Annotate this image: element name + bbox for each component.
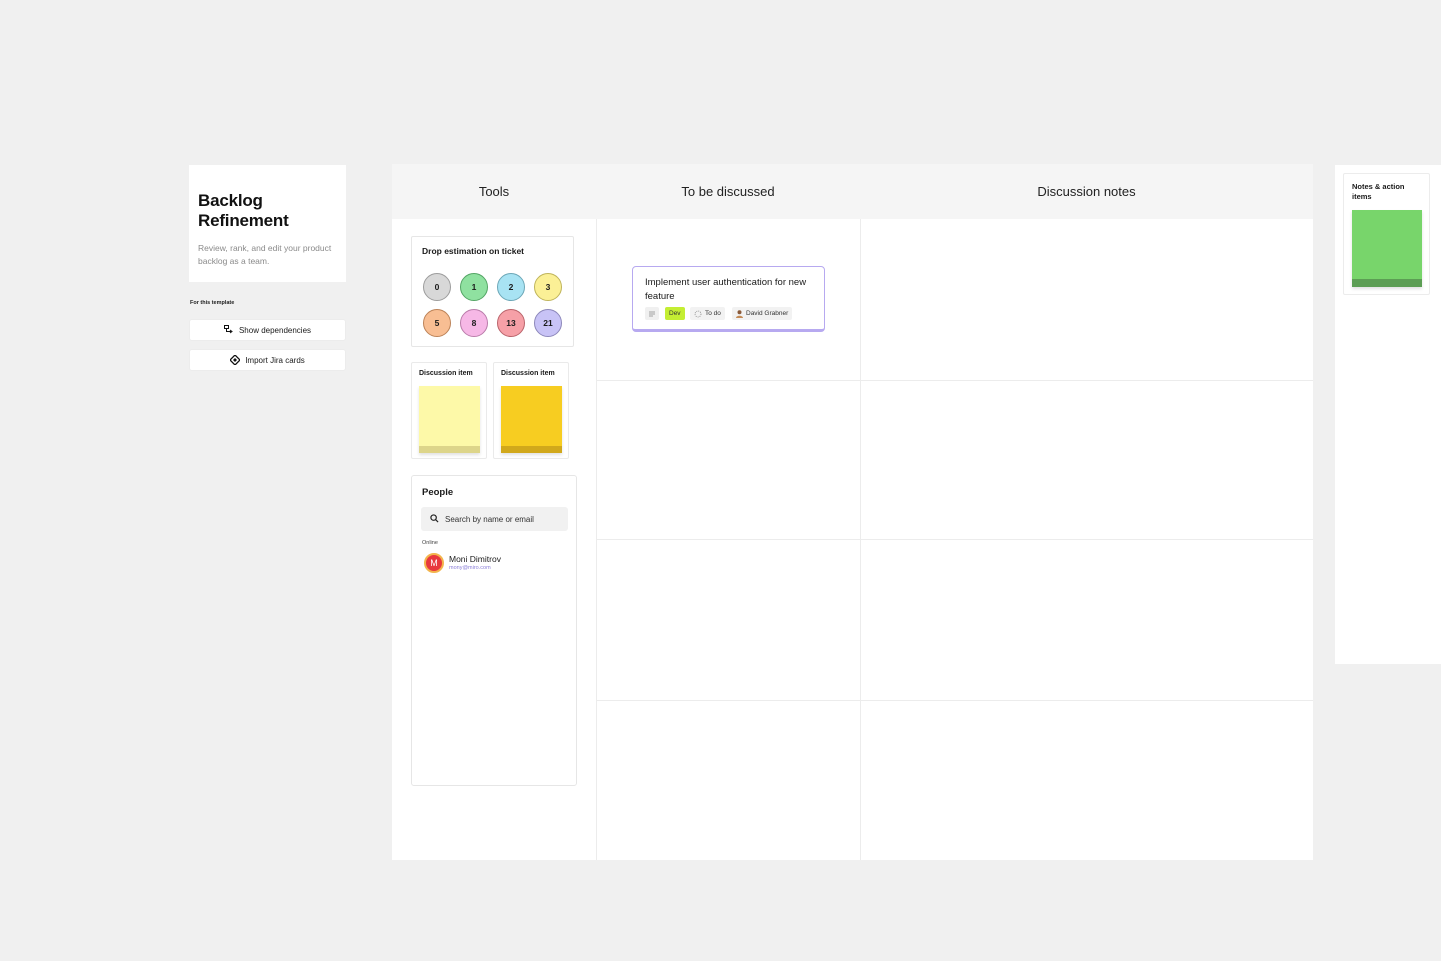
ticket-tag[interactable]: Dev bbox=[665, 307, 685, 320]
estimation-dot[interactable]: 2 bbox=[497, 273, 525, 301]
sticky-shadow bbox=[1352, 279, 1422, 287]
board-header: Tools To be discussed Discussion notes bbox=[392, 164, 1313, 219]
show-dependencies-button[interactable]: Show dependencies bbox=[189, 319, 346, 341]
column-title-tools: Tools bbox=[478, 184, 510, 199]
ticket-status-label: To do bbox=[705, 310, 721, 317]
status-icon bbox=[694, 310, 702, 317]
estimation-dot[interactable]: 8 bbox=[460, 309, 488, 337]
ticket-card[interactable]: Implement user authentication for new fe… bbox=[632, 266, 825, 332]
sticky-note[interactable] bbox=[501, 386, 562, 453]
notes-label: Notes & action items bbox=[1352, 182, 1405, 201]
template-description: Review, rank, and edit your product back… bbox=[198, 243, 332, 266]
estimation-card: Drop estimation on ticket 0 1 2 3 5 8 13… bbox=[411, 236, 574, 347]
notes-panel: Notes & action items bbox=[1335, 165, 1441, 664]
row-divider bbox=[596, 700, 1313, 701]
user-name: Moni Dimitrov bbox=[449, 554, 501, 564]
sticky-note[interactable] bbox=[1352, 210, 1422, 287]
estimation-dot[interactable]: 21 bbox=[534, 309, 562, 337]
sticky-note[interactable] bbox=[419, 386, 480, 453]
refinement-board: Tools To be discussed Discussion notes D… bbox=[392, 164, 1313, 860]
import-jira-label: Import Jira cards bbox=[245, 355, 305, 365]
row-divider bbox=[596, 539, 1313, 540]
user-email: mony@miro.com bbox=[449, 565, 491, 571]
column-title-to-be-discussed: To be discussed bbox=[681, 184, 775, 199]
people-panel: People Online M Moni Dimitrov mony@miro.… bbox=[411, 475, 577, 786]
estimation-dot[interactable]: 0 bbox=[423, 273, 451, 301]
avatar[interactable]: M bbox=[424, 553, 444, 573]
ticket-title: Implement user authentication for new fe… bbox=[645, 277, 807, 302]
search-input[interactable] bbox=[445, 514, 560, 524]
discussion-item-label: Discussion item bbox=[419, 370, 473, 377]
jira-icon bbox=[229, 354, 242, 366]
row-divider bbox=[596, 380, 1313, 381]
sticky-shadow bbox=[419, 446, 480, 453]
template-info-card: Backlog Refinement Review, rank, and edi… bbox=[189, 165, 346, 282]
estimation-dot[interactable]: 13 bbox=[497, 309, 525, 337]
ticket-assignee[interactable]: David Grabner bbox=[732, 307, 793, 320]
people-search bbox=[421, 507, 568, 531]
template-title: Backlog Refinement bbox=[198, 191, 289, 230]
estimation-dot[interactable]: 3 bbox=[534, 273, 562, 301]
ticket-status[interactable]: To do bbox=[690, 307, 725, 320]
dependencies-icon bbox=[223, 325, 234, 335]
ticket-assignee-name: David Grabner bbox=[746, 310, 789, 317]
person-icon bbox=[736, 309, 743, 318]
estimation-label: Drop estimation on ticket bbox=[422, 246, 525, 256]
online-status-label: Online bbox=[422, 540, 438, 546]
estimation-dot[interactable]: 1 bbox=[460, 273, 488, 301]
discussion-item-card: Discussion item bbox=[411, 362, 487, 459]
description-icon bbox=[645, 307, 659, 320]
show-dependencies-label: Show dependencies bbox=[238, 325, 312, 335]
notes-card: Notes & action items bbox=[1343, 173, 1430, 295]
import-jira-button[interactable]: Import Jira cards bbox=[189, 349, 346, 371]
search-icon bbox=[430, 510, 439, 528]
estimation-dot[interactable]: 5 bbox=[423, 309, 451, 337]
discussion-item-label: Discussion item bbox=[501, 370, 555, 377]
people-title: People bbox=[422, 487, 454, 498]
discussion-item-card: Discussion item bbox=[493, 362, 569, 459]
section-label: For this template bbox=[190, 300, 235, 306]
sticky-shadow bbox=[501, 446, 562, 453]
column-title-discussion-notes: Discussion notes bbox=[1037, 184, 1136, 199]
